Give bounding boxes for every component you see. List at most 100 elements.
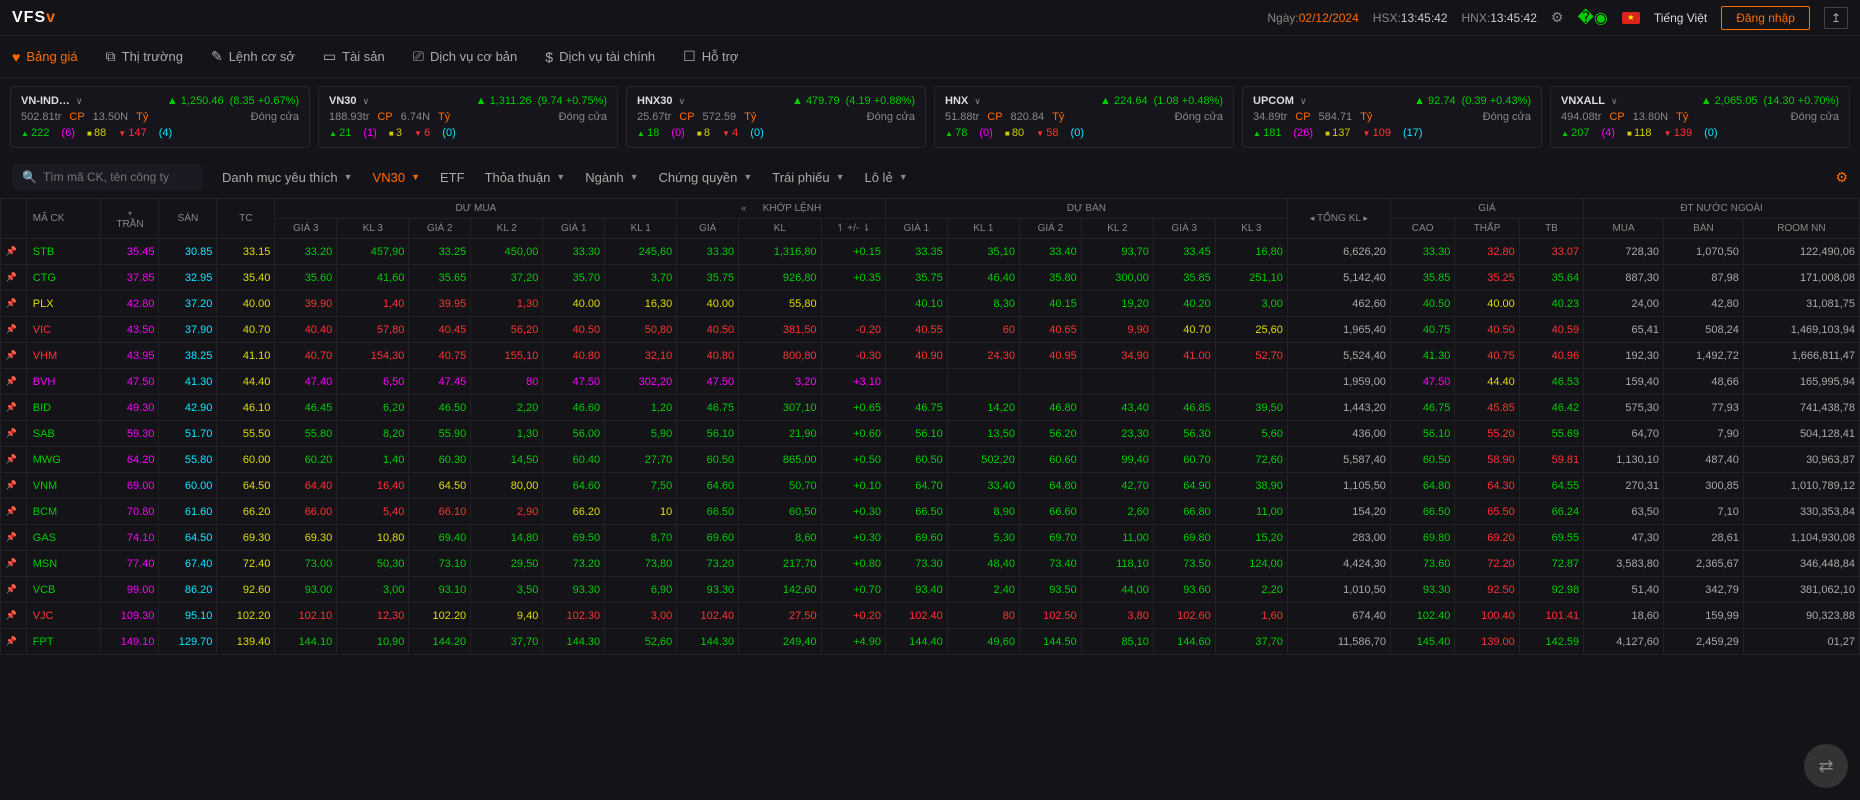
nav-lenh-co-so[interactable]: ✎Lệnh cơ sở — [211, 48, 295, 65]
pin-icon[interactable]: 📌 — [1, 291, 27, 317]
cell: 35.45 — [101, 239, 159, 265]
pin-icon[interactable]: 📌 — [1, 603, 27, 629]
col-ak3[interactable]: KL 3 — [1215, 219, 1287, 239]
login-button[interactable]: Đăng nhập — [1721, 6, 1810, 30]
search-input[interactable] — [43, 170, 192, 184]
cell: 73.60 — [1390, 551, 1454, 577]
col-g1[interactable]: GIÁ 1 — [543, 219, 605, 239]
filter-chung-quyen[interactable]: Chứng quyền▼ — [659, 170, 753, 185]
expand-button[interactable]: ↥ — [1824, 7, 1848, 29]
index-card[interactable]: VNXALL∨▲ 2,065.05 (14.30 +0.70%) 494.08t… — [1550, 86, 1850, 148]
table-row[interactable]: 📌VNM69.0060.0064.5064.4016,4064.5080,006… — [1, 473, 1860, 499]
nav-dich-vu-co-ban[interactable]: ⎚Dịch vụ cơ bản — [413, 48, 518, 65]
col-k2[interactable]: KL 2 — [471, 219, 543, 239]
nav-thi-truong[interactable]: ⧉Thị trường — [106, 48, 183, 65]
col-k1[interactable]: KL 1 — [605, 219, 677, 239]
table-row[interactable]: 📌GAS74.1064.5069.3069.3010,8069.4014,806… — [1, 525, 1860, 551]
col-ak1[interactable]: KL 1 — [947, 219, 1019, 239]
index-card[interactable]: UPCOM∨▲ 92.74 (0.39 +0.43%) 34.89trCP584… — [1242, 86, 1542, 148]
cell: 1,40 — [337, 291, 409, 317]
search-box[interactable]: 🔍 — [12, 164, 202, 190]
table-row[interactable]: 📌SAB59.3051.7055.5055.808,2055.901,3056.… — [1, 421, 1860, 447]
filter-trai-phieu[interactable]: Trái phiếu▼ — [772, 170, 844, 185]
filter-fav[interactable]: Danh mục yêu thích▼ — [222, 170, 353, 185]
index-status: Đóng cửa — [1175, 111, 1223, 123]
table-row[interactable]: 📌BCM70.8061.6066.2066.005,4066.102,9066.… — [1, 499, 1860, 525]
settings-icon[interactable]: ⚙ — [1551, 9, 1564, 26]
pin-icon[interactable]: 📌 — [1, 447, 27, 473]
index-amt: 584.71 — [1319, 111, 1353, 123]
cell: 1,010,789,12 — [1743, 473, 1859, 499]
pin-icon[interactable]: 📌 — [1, 239, 27, 265]
pin-icon[interactable]: 📌 — [1, 343, 27, 369]
table-row[interactable]: 📌STB35.4530.8533.1533.20457,9033.25450,0… — [1, 239, 1860, 265]
filter-lo-le[interactable]: Lô lẻ▼ — [864, 170, 907, 185]
table-row[interactable]: 📌FPT149.10129.70139.40144.1010,90144.203… — [1, 629, 1860, 655]
index-card[interactable]: HNX30∨▲ 479.79 (4.19 +0.88%) 25.67trCP57… — [626, 86, 926, 148]
pin-icon[interactable]: 📌 — [1, 577, 27, 603]
col-tb[interactable]: TB — [1519, 219, 1583, 239]
table-row[interactable]: 📌VIC43.5037.9040.7040.4057,8040.4556,204… — [1, 317, 1860, 343]
col-tong-kl[interactable]: ◂ TỔNG KL ▸ — [1287, 199, 1390, 239]
col-ma-ck[interactable]: MÃ CK — [26, 199, 101, 239]
pin-icon[interactable]: 📌 — [1, 473, 27, 499]
col-ag3[interactable]: GIÁ 3 — [1153, 219, 1215, 239]
col-room[interactable]: ROOM NN — [1743, 219, 1859, 239]
pin-icon[interactable]: 📌 — [1, 629, 27, 655]
index-card[interactable]: HNX∨▲ 224.64 (1.08 +0.48%) 51.88trCP820.… — [934, 86, 1234, 148]
nav-ho-tro[interactable]: ☐Hỗ trợ — [683, 48, 738, 65]
col-g3[interactable]: GIÁ 3 — [275, 219, 337, 239]
col-ag2[interactable]: GIÁ 2 — [1019, 219, 1081, 239]
table-row[interactable]: 📌MWG64.2055.8060.0060.201,4060.3014,5060… — [1, 447, 1860, 473]
col-thap[interactable]: THẤP — [1455, 219, 1519, 239]
index-card[interactable]: VN30∨▲ 1,311.26 (9.74 +0.75%) 188.93trCP… — [318, 86, 618, 148]
cell: 5,587,40 — [1287, 447, 1390, 473]
pin-icon[interactable]: 📌 — [1, 421, 27, 447]
nav-tai-san[interactable]: ▭Tài sản — [323, 48, 385, 65]
table-row[interactable]: 📌VHM43.9538.2541.1040.70154,3040.75155,1… — [1, 343, 1860, 369]
col-cao[interactable]: CAO — [1390, 219, 1454, 239]
nav-dich-vu-tai-chinh[interactable]: $Dịch vụ tài chính — [545, 49, 655, 65]
pin-icon[interactable]: 📌 — [1, 317, 27, 343]
table-row[interactable]: 📌BID49.3042.9046.1046.456,2046.502,2046.… — [1, 395, 1860, 421]
filter-etf[interactable]: ETF — [440, 170, 465, 185]
col-pm[interactable]: ↿ +/- ⇂ — [821, 219, 885, 239]
filter-vn30[interactable]: VN30▼ — [373, 170, 420, 185]
col-k3[interactable]: KL 3 — [337, 219, 409, 239]
col-kgia[interactable]: GIÁ — [677, 219, 739, 239]
table-row[interactable]: 📌BVH47.5041.3044.4047.406,5047.458047.50… — [1, 369, 1860, 395]
floating-action-button[interactable]: ⇄ — [1804, 744, 1848, 788]
col-ban[interactable]: BÁN — [1664, 219, 1744, 239]
col-g2[interactable]: GIÁ 2 — [409, 219, 471, 239]
pin-icon[interactable]: 📌 — [1, 499, 27, 525]
pin-icon[interactable]: 📌 — [1, 525, 27, 551]
col-tran[interactable]: ▾TRẦN — [101, 199, 159, 239]
column-settings-icon[interactable]: ⚙ — [1835, 169, 1848, 186]
cell: 24,00 — [1584, 291, 1664, 317]
table-row[interactable]: 📌MSN77.4067.4072.4073.0050,3073.1029,507… — [1, 551, 1860, 577]
language-label[interactable]: Tiếng Việt — [1654, 11, 1707, 25]
col-ak2[interactable]: KL 2 — [1081, 219, 1153, 239]
filter-thoa-thuan[interactable]: Thỏa thuận▼ — [485, 170, 566, 185]
pin-icon[interactable]: 📌 — [1, 265, 27, 291]
index-card[interactable]: VN-IND…∨▲ 1,250.46 (8.35 +0.67%) 502.81t… — [10, 86, 310, 148]
pin-icon[interactable]: 📌 — [1, 551, 27, 577]
cell: 13,50 — [947, 421, 1019, 447]
pin-icon[interactable]: 📌 — [1, 369, 27, 395]
cell: 10 — [605, 499, 677, 525]
col-mua[interactable]: MUA — [1584, 219, 1664, 239]
col-kl[interactable]: KL — [739, 219, 821, 239]
table-row[interactable]: 📌CTG37.8532.9535.4035.6041,6035.6537,203… — [1, 265, 1860, 291]
col-san[interactable]: SÀN — [159, 199, 217, 239]
col-tc[interactable]: TC — [217, 199, 275, 239]
nav-bang-gia[interactable]: ♥Bảng giá — [12, 49, 78, 65]
table-row[interactable]: 📌VCB99.0086.2092.6093.003,0093.103,5093.… — [1, 577, 1860, 603]
chevron-down-icon: ▼ — [556, 172, 565, 182]
filter-nganh[interactable]: Ngành▼ — [585, 170, 638, 185]
col-ag1[interactable]: GIÁ 1 — [885, 219, 947, 239]
logo[interactable]: VFSv — [12, 9, 56, 27]
pin-icon[interactable]: 📌 — [1, 395, 27, 421]
cell: 99.00 — [101, 577, 159, 603]
table-row[interactable]: 📌VJC109.3095.10102.20102.1012,30102.209,… — [1, 603, 1860, 629]
table-row[interactable]: 📌PLX42.8037.2040.0039.901,4039.951,3040.… — [1, 291, 1860, 317]
